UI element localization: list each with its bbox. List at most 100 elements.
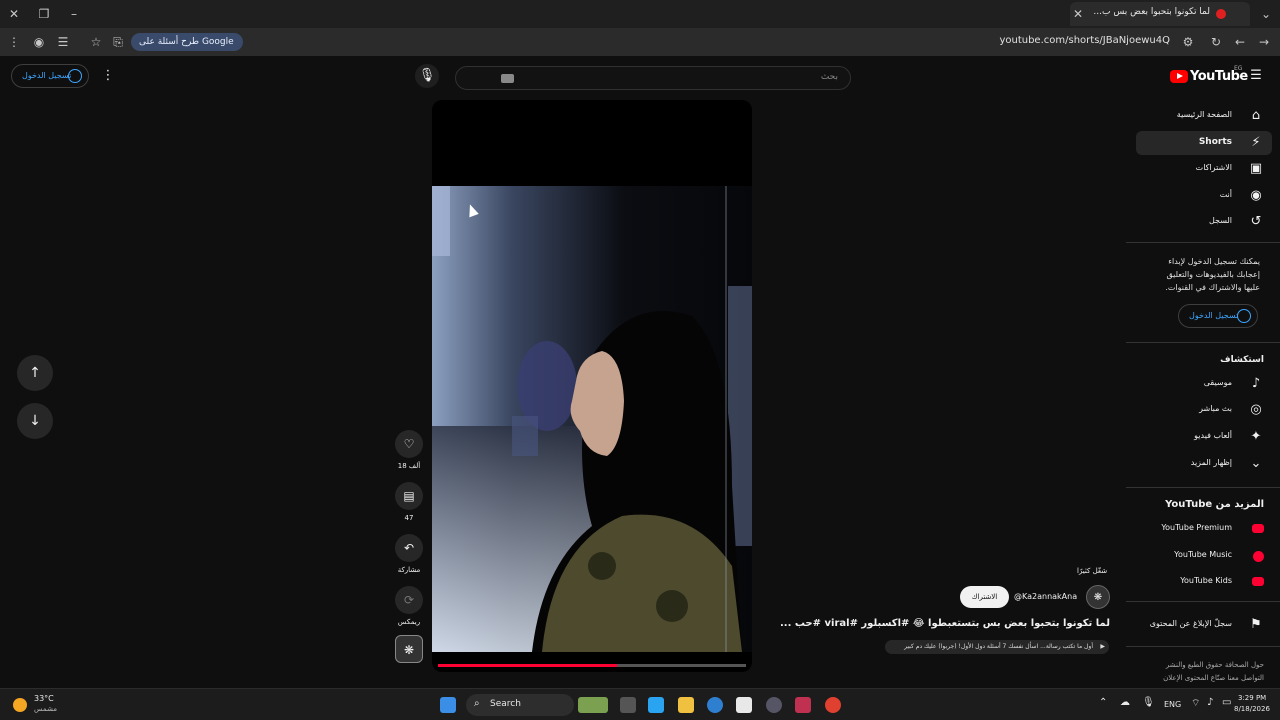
channel-handle[interactable]: @Ka2annakAna [1014,592,1077,601]
comment-icon[interactable]: ▤ [395,482,423,510]
search-highlight-icon[interactable] [578,697,608,713]
video-frame[interactable] [432,186,752,652]
settings-app-icon[interactable] [766,697,782,713]
sidebar-item-show-more[interactable]: إظهار المزيد ⌄ [1136,452,1272,476]
header-sign-in-button[interactable]: تسجيل الدخول [11,64,89,88]
sidebar-item-premium[interactable]: YouTube Premium [1136,517,1272,541]
weather-sun-icon[interactable] [13,698,27,712]
voice-search-icon[interactable]: 🎙 [415,64,439,88]
keyboard-icon[interactable] [501,74,514,83]
footer-links-1[interactable]: حول الصحافة حقوق الطبع والنشر [1134,659,1264,672]
music-pill[interactable]: أول ما تكتب رسالة... اسأل نفسك 7 أسئلة د… [885,640,1109,654]
youtube-kids-icon [1252,577,1264,586]
install-app-icon[interactable]: ⎘ [108,32,128,52]
widgets-icon[interactable] [648,697,664,713]
next-short-button[interactable]: ↓ [17,403,53,439]
account-icon [68,69,82,83]
tray-chevron-icon[interactable]: ⌃ [1099,697,1107,708]
menu-dots-icon[interactable]: ⋮ [4,32,24,52]
microphone-icon[interactable]: 🎙 [1142,697,1155,708]
reload-icon[interactable]: ↻ [1206,32,1226,52]
store-icon[interactable] [736,697,752,713]
customize-icon[interactable]: ☰ [53,32,73,52]
remix-icon[interactable]: ⟳ [395,586,423,614]
sidebar-item-home[interactable]: الصفحة الرئيسية ⌂ [1136,104,1272,128]
header-sign-in-label: تسجيل الدخول [22,71,72,80]
pocket-icon[interactable] [795,697,811,713]
taskbar-search[interactable]: ⌕ Search [466,694,574,716]
short-title[interactable]: لما تكونوا بتحبوا بعض بس بتستعبطوا 😂 #اك… [780,618,1110,629]
sidebar-item-label: الصفحة الرئيسية [1176,110,1232,119]
bookmark-star-icon[interactable]: ☆ [86,32,106,52]
account-icon [1237,309,1251,323]
restore-window-icon[interactable]: ❐ [34,4,54,24]
comment-action[interactable]: ▤ 47 [395,482,423,522]
sidebar-item-kids[interactable]: YouTube Kids [1136,570,1272,594]
sidebar-item-music-app[interactable]: YouTube Music [1136,544,1272,568]
home-icon: ⌂ [1251,108,1261,123]
sidebar-item-label: إظهار المزيد [1190,458,1232,467]
music-label: أول ما تكتب رسالة... اسأل نفسك 7 أسئلة د… [904,643,1093,650]
windows-start-icon[interactable] [440,697,456,713]
video-progress-bar[interactable] [438,664,746,667]
sidebar-item-label: الاشتراكات [1195,163,1232,172]
clock-time[interactable]: 3:29 PM [1238,694,1266,702]
ask-google-button[interactable]: طرح أسئلة على Google [131,33,243,51]
shorts-player[interactable] [432,100,752,672]
ask-google-label: طرح أسئلة على Google [139,37,234,47]
close-window-icon[interactable]: ✕ [4,4,24,24]
url-field[interactable]: youtube.com/shorts/JBaNjoewu4Q [999,35,1170,46]
share-icon[interactable]: ↶ [395,534,423,562]
explore-heading: استكشاف [1220,355,1264,365]
onedrive-icon[interactable]: ☁ [1120,697,1130,708]
share-action[interactable]: ↶ مشاركة [395,534,423,574]
edge-icon[interactable] [707,697,723,713]
sidebar-item-subscriptions[interactable]: الاشتراكات ▣ [1136,157,1272,181]
volume-icon[interactable]: ♪ [1207,697,1213,708]
chrome-icon[interactable] [825,697,841,713]
back-icon[interactable]: → [1254,32,1274,52]
battery-icon[interactable]: ▭ [1222,697,1231,708]
forward-icon[interactable]: ← [1230,32,1250,52]
sound-avatar[interactable]: ❋ [395,635,423,663]
wifi-icon[interactable]: ⌔ [1191,697,1200,710]
search-input[interactable]: بحث [455,66,851,90]
weather-temp[interactable]: 33°C [34,694,54,703]
sidebar-sign-in-button[interactable]: تسجيل الدخول [1178,304,1258,328]
remix-action[interactable]: ⟳ ريمكس [395,586,423,626]
like-action[interactable]: ♡ 18 ألف [395,430,423,470]
sidebar-item-shorts[interactable]: Shorts ⚡ [1136,131,1272,155]
sidebar-item-history[interactable]: السجل ↺ [1136,210,1272,234]
language-indicator[interactable]: ENG [1164,700,1181,709]
profile-icon[interactable]: ◉ [29,32,49,52]
like-count: 18 ألف [397,462,421,470]
browser-tab[interactable]: ✕ لما تكونوا بتحبوا بعض بس ب... [1070,2,1250,26]
sidebar-item-label: YouTube Premium [1161,523,1232,532]
remix-label: ريمكس [397,618,421,626]
sidebar-item-gaming[interactable]: ألعاب فيديو ✦ [1136,425,1272,449]
like-heart-icon[interactable]: ♡ [395,430,423,458]
sidebar-item-label: موسيقى [1203,378,1232,387]
subscribe-button[interactable]: الاشتراك [960,586,1009,608]
gaming-icon: ✦ [1250,429,1262,444]
sidebar-item-report[interactable]: سجلّ الإبلاغ عن المحتوى ⚑ [1136,613,1272,637]
minimize-window-icon[interactable]: – [64,4,84,24]
site-settings-icon[interactable]: ⚙ [1178,32,1198,52]
clock-date[interactable]: 8/18/2026 [1234,705,1270,713]
sound-thumbnail[interactable]: ❋ [395,635,423,663]
task-view-icon[interactable] [620,697,636,713]
footer-links-2[interactable]: التواصل معنا صنّاع المحتوى الإعلان [1134,672,1264,685]
channel-avatar[interactable]: ❋ [1086,585,1110,609]
settings-dots-icon[interactable]: ⋮ [96,64,120,88]
file-explorer-icon[interactable] [678,697,694,713]
sidebar-item-music[interactable]: موسيقى ♪ [1136,372,1272,396]
sidebar-item-you[interactable]: أنت ◉ [1136,184,1272,208]
tab-list-icon[interactable]: ⌄ [1256,4,1276,24]
youtube-music-icon [1253,551,1264,562]
tab-close-icon[interactable]: ✕ [1068,4,1088,24]
hamburger-menu-icon[interactable]: ☰ [1244,64,1268,88]
taskbar-search-label: Search [490,699,521,709]
previous-short-button[interactable]: ↑ [17,355,53,391]
sidebar-item-label: Shorts [1198,137,1232,147]
sidebar-item-live[interactable]: بث مباشر ◎ [1136,398,1272,422]
